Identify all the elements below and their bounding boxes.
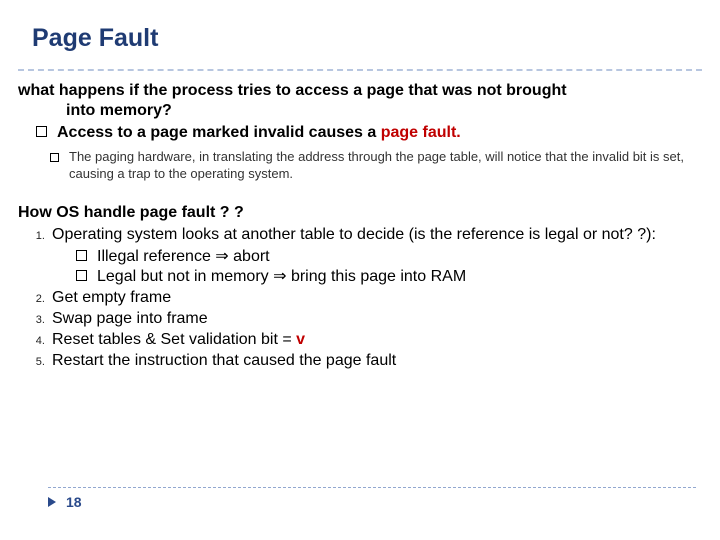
square-bullet-icon bbox=[76, 270, 87, 281]
page-number: 18 bbox=[66, 494, 82, 510]
slide: Page Fault what happens if the process t… bbox=[0, 0, 720, 540]
square-bullet-icon bbox=[50, 153, 59, 162]
s1a-pre: Illegal reference bbox=[97, 248, 215, 265]
question-line2: into memory? bbox=[66, 101, 702, 121]
step-1b: Legal but not in memory ⇒ bring this pag… bbox=[76, 267, 702, 287]
access-highlight: page fault. bbox=[381, 124, 461, 141]
question-line1: what happens if the process tries to acc… bbox=[18, 82, 567, 99]
s1b-pre: Legal but not in memory bbox=[97, 268, 273, 285]
s1a-post: abort bbox=[229, 248, 270, 265]
step-1-text: Operating system looks at another table … bbox=[52, 226, 656, 243]
arrow-icon: ⇒ bbox=[273, 268, 286, 285]
sub-note-text: The paging hardware, in translating the … bbox=[69, 149, 702, 183]
triangle-icon bbox=[48, 497, 56, 507]
s1b-post: bring this page into RAM bbox=[287, 268, 467, 285]
s4-pre: Reset tables & Set validation bit = bbox=[52, 331, 296, 348]
square-bullet-icon bbox=[36, 126, 47, 137]
access-text: Access to a page marked invalid causes a… bbox=[57, 123, 461, 143]
divider-bottom bbox=[48, 487, 696, 488]
page-number-row: 18 bbox=[48, 494, 696, 510]
content-area: what happens if the process tries to acc… bbox=[0, 71, 720, 371]
access-prefix: Access to a page marked invalid causes a bbox=[57, 124, 381, 141]
footer: 18 bbox=[48, 487, 696, 510]
s4-v: v bbox=[296, 331, 305, 348]
square-bullet-icon bbox=[76, 250, 87, 261]
step-1-sublist: Illegal reference ⇒ abort Legal but not … bbox=[76, 247, 702, 287]
step-4: Reset tables & Set validation bit = v bbox=[48, 330, 702, 350]
steps-list: Operating system looks at another table … bbox=[18, 225, 702, 371]
step-5: Restart the instruction that caused the … bbox=[48, 351, 702, 371]
intro-question: what happens if the process tries to acc… bbox=[18, 81, 702, 121]
step-3: Swap page into frame bbox=[48, 309, 702, 329]
step-2: Get empty frame bbox=[48, 288, 702, 308]
step-1a-text: Illegal reference ⇒ abort bbox=[97, 247, 270, 267]
page-title: Page Fault bbox=[0, 0, 720, 59]
step-1b-text: Legal but not in memory ⇒ bring this pag… bbox=[97, 267, 466, 287]
step-1: Operating system looks at another table … bbox=[48, 225, 702, 287]
access-bullet: Access to a page marked invalid causes a… bbox=[36, 123, 702, 143]
sub-note-row: The paging hardware, in translating the … bbox=[50, 149, 702, 183]
arrow-icon: ⇒ bbox=[215, 248, 228, 265]
how-title: How OS handle page fault ? ? bbox=[18, 203, 702, 223]
step-1a: Illegal reference ⇒ abort bbox=[76, 247, 702, 267]
